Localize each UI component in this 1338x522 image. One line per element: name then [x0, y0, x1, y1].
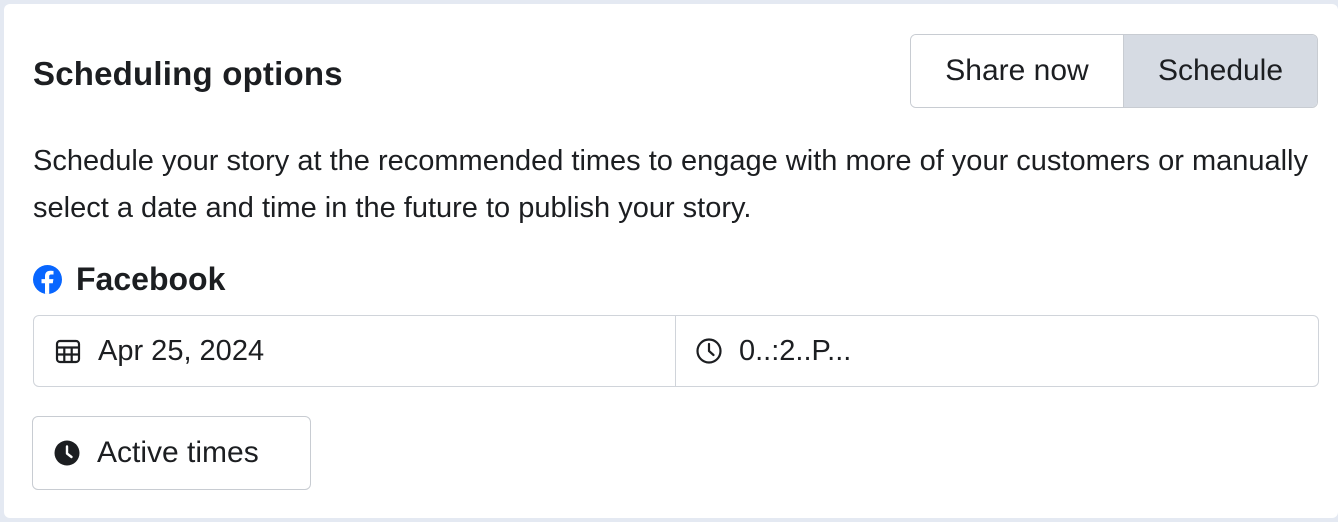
share-now-button[interactable]: Share now — [911, 35, 1124, 107]
time-field[interactable]: 0..:2..P... — [676, 316, 1318, 386]
platform-heading: Facebook — [33, 259, 225, 299]
time-value: 0..:2..P... — [739, 334, 852, 367]
scheduling-description: Schedule your story at the recommended t… — [33, 145, 1308, 224]
calendar-icon — [54, 337, 82, 365]
clock-icon — [695, 337, 723, 365]
clock-filled-icon — [54, 440, 80, 466]
facebook-icon — [33, 264, 62, 294]
platform-name: Facebook — [76, 260, 226, 297]
schedule-button[interactable]: Schedule — [1124, 35, 1317, 107]
scheduling-options-card: Scheduling options Share now Schedule Sc… — [4, 4, 1338, 518]
active-times-label: Active times — [97, 436, 259, 469]
active-times-button[interactable]: Active times — [32, 416, 311, 490]
section-title: Scheduling options — [33, 55, 343, 92]
date-time-picker: Apr 25, 2024 0..:2..P... — [33, 315, 1319, 387]
share-mode-toggle: Share now Schedule — [910, 34, 1318, 108]
date-field[interactable]: Apr 25, 2024 — [34, 316, 676, 386]
date-value: Apr 25, 2024 — [98, 334, 265, 367]
